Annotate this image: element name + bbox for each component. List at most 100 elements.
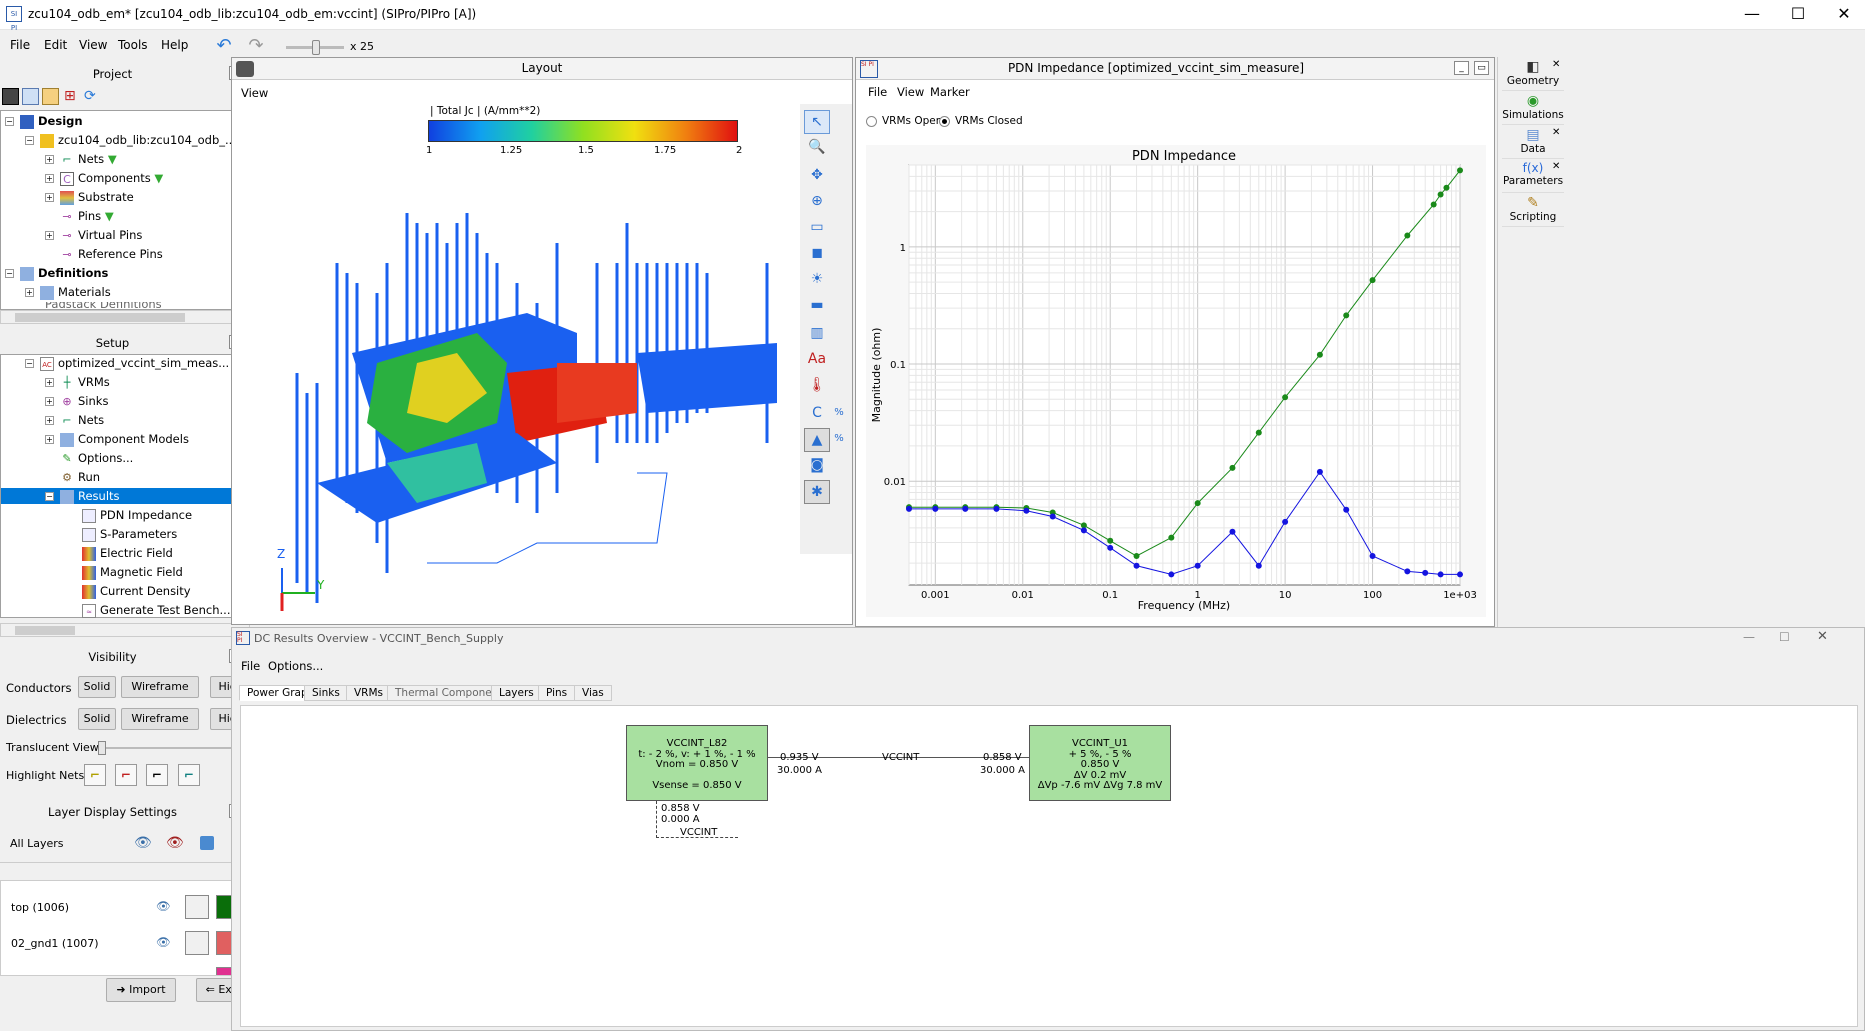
sink-node[interactable]: VCCINT_U1 + 5 %, - 5 % 0.850 V ΔV 0.2 mV… <box>1029 725 1171 801</box>
tree-results[interactable]: − Results <box>1 488 249 504</box>
setup-hscrollbar[interactable] <box>0 623 250 637</box>
close-dock-icon[interactable]: ✕ <box>1552 59 1560 70</box>
result-magnetic-field[interactable]: Magnetic Field <box>82 564 183 580</box>
import-button[interactable]: ➜ Import <box>106 978 176 1002</box>
layer-cube-icon[interactable] <box>185 895 209 919</box>
tree-lib[interactable]: − zcu104_odb_lib:zcu104_odb_... <box>25 132 236 148</box>
tree-vrms[interactable]: + ┼ VRMs <box>45 374 110 390</box>
component-icon[interactable]: C <box>804 402 830 426</box>
tree-component-models[interactable]: + Component Models <box>45 431 189 447</box>
view-icon[interactable]: ▭ <box>804 216 830 240</box>
close-dock-icon[interactable]: ✕ <box>1552 161 1560 172</box>
measure-icon[interactable]: ▥ <box>804 322 830 346</box>
conductors-solid-button[interactable]: Solid <box>78 676 116 698</box>
dielectrics-wireframe-button[interactable]: Wireframe <box>121 708 199 730</box>
pan-tool-icon[interactable]: ✥ <box>804 164 830 188</box>
hscroll-thumb[interactable] <box>15 626 75 635</box>
tree-definitions[interactable]: − Definitions <box>5 265 108 281</box>
vrm-node[interactable]: VCCINT_L82 t: - 2 %, v: + 1 %, - 1 % Vno… <box>626 725 768 801</box>
filter-icon[interactable]: ▼ <box>108 152 117 166</box>
highlight-net-black-icon[interactable]: ⌐ <box>146 764 168 786</box>
tree-options[interactable]: ✎ Options... <box>60 450 133 466</box>
layout-view-icon[interactable] <box>2 88 19 105</box>
tree-sim[interactable]: − AC optimized_vccint_sim_meas... <box>25 355 229 371</box>
result-pdn-impedance[interactable]: PDN Impedance <box>82 507 192 523</box>
refresh-icon[interactable]: ⟳ <box>84 88 101 105</box>
light-icon[interactable]: ☀ <box>804 268 830 292</box>
text-icon[interactable]: Aa <box>804 348 830 372</box>
result-s-parameters[interactable]: S-Parameters <box>82 526 177 542</box>
cube-icon[interactable]: ◼ <box>804 242 830 266</box>
maximize-icon[interactable]: ☐ <box>1775 0 1821 30</box>
result-current-density[interactable]: Current Density <box>82 583 191 599</box>
radio-vrms-closed[interactable] <box>939 116 950 127</box>
settings-icon[interactable]: ✱ <box>804 480 830 504</box>
maximize-icon[interactable]: ☐ <box>1779 630 1790 644</box>
layer-cube-icon[interactable] <box>185 931 209 955</box>
undo-icon[interactable]: ↶ <box>213 36 235 58</box>
layer-cube-icon[interactable] <box>200 836 214 850</box>
tree-run[interactable]: ⚙ Run <box>60 469 100 485</box>
current-density-render[interactable]: Z Y <box>257 163 777 623</box>
pdn-menu-file[interactable]: File <box>868 85 887 99</box>
tree-reference-pins[interactable]: ⊸ Reference Pins <box>45 246 162 262</box>
hierarchy-icon[interactable]: ⊞ <box>64 88 81 105</box>
menu-help[interactable]: Help <box>161 38 188 52</box>
redo-icon[interactable]: ↷ <box>245 36 267 58</box>
tab-vrms[interactable]: VRMs <box>346 685 392 701</box>
pdn-menu-marker[interactable]: Marker <box>930 85 970 99</box>
tree-pins[interactable]: ⊸ Pins ▼ <box>45 208 114 224</box>
component-view-icon[interactable] <box>42 88 59 105</box>
project-hscrollbar[interactable] <box>0 310 250 324</box>
minimize-icon[interactable]: — <box>1729 0 1775 30</box>
thermometer-icon[interactable]: 🌡 <box>804 374 830 398</box>
translucent-slider-thumb[interactable] <box>98 741 106 755</box>
dock-simulations[interactable]: ◉ Simulations <box>1502 93 1564 125</box>
menu-edit[interactable]: Edit <box>44 38 67 52</box>
tab-vias[interactable]: Vias <box>574 685 612 701</box>
tab-sinks[interactable]: Sinks <box>304 685 348 701</box>
tree-components[interactable]: + C Components ▼ <box>45 170 163 186</box>
camera-icon[interactable]: ◙ <box>804 454 830 478</box>
layout-menu-view[interactable]: View <box>241 86 268 100</box>
tab-layers[interactable]: Layers <box>491 685 542 701</box>
menu-file[interactable]: File <box>10 38 30 52</box>
dc-menu-file[interactable]: File <box>241 659 260 673</box>
filter-icon[interactable]: ▼ <box>105 209 114 223</box>
select-tool-icon[interactable]: ↖ <box>804 110 830 134</box>
layout-canvas[interactable]: | Total Jc | (A/mm**2) 1 1.25 1.5 1.75 2 <box>232 103 852 624</box>
dc-menu-options[interactable]: Options... <box>268 659 323 673</box>
result-test-bench[interactable]: ≈ Generate Test Bench... <box>82 602 231 618</box>
model-view-icon[interactable] <box>22 88 39 105</box>
percent-icon[interactable]: % <box>830 428 848 452</box>
tree-setup-nets[interactable]: + ⌐ Nets <box>45 412 104 428</box>
tree-substrate[interactable]: + Substrate <box>45 189 134 205</box>
layer-icon[interactable]: ▬ <box>804 294 830 318</box>
tree-nets[interactable]: + ⌐ Nets ▼ <box>45 151 117 167</box>
close-dock-icon[interactable]: ✕ <box>1552 127 1560 138</box>
highlight-net-yellow-icon[interactable]: ⌐ <box>84 764 106 786</box>
tree-materials[interactable]: + Materials <box>25 284 111 300</box>
eye-red-icon[interactable]: 👁 <box>166 835 184 851</box>
zoom-slider-thumb[interactable] <box>312 40 320 55</box>
minimize-icon[interactable]: — <box>1743 630 1755 644</box>
tree-virtual-pins[interactable]: + ⊸ Virtual Pins <box>45 227 142 243</box>
menu-view[interactable]: View <box>79 38 107 52</box>
highlight-net-red-icon[interactable]: ⌐ <box>115 764 137 786</box>
zoom-fit-icon[interactable]: ⊕ <box>804 190 830 214</box>
highlight-net-teal-icon[interactable]: ⌐ <box>178 764 200 786</box>
tree-sinks[interactable]: + ⊕ Sinks <box>45 393 108 409</box>
maximize-icon[interactable]: ▭ <box>1474 61 1489 75</box>
percent-icon[interactable]: % <box>830 402 848 426</box>
eye-icon[interactable]: 👁 <box>156 935 171 949</box>
tab-pins[interactable]: Pins <box>538 685 576 701</box>
filter-icon[interactable]: ▼ <box>154 171 163 185</box>
close-icon[interactable]: ✕ <box>1821 0 1865 30</box>
field-plot-icon[interactable]: ▲ <box>804 428 830 452</box>
eye-icon[interactable]: 👁 <box>134 835 152 851</box>
conductors-wireframe-button[interactable]: Wireframe <box>121 676 199 698</box>
hscroll-thumb[interactable] <box>15 313 185 322</box>
zoom-tool-icon[interactable]: 🔍 <box>804 136 830 160</box>
menu-tools[interactable]: Tools <box>118 38 148 52</box>
result-electric-field[interactable]: Electric Field <box>82 545 173 561</box>
